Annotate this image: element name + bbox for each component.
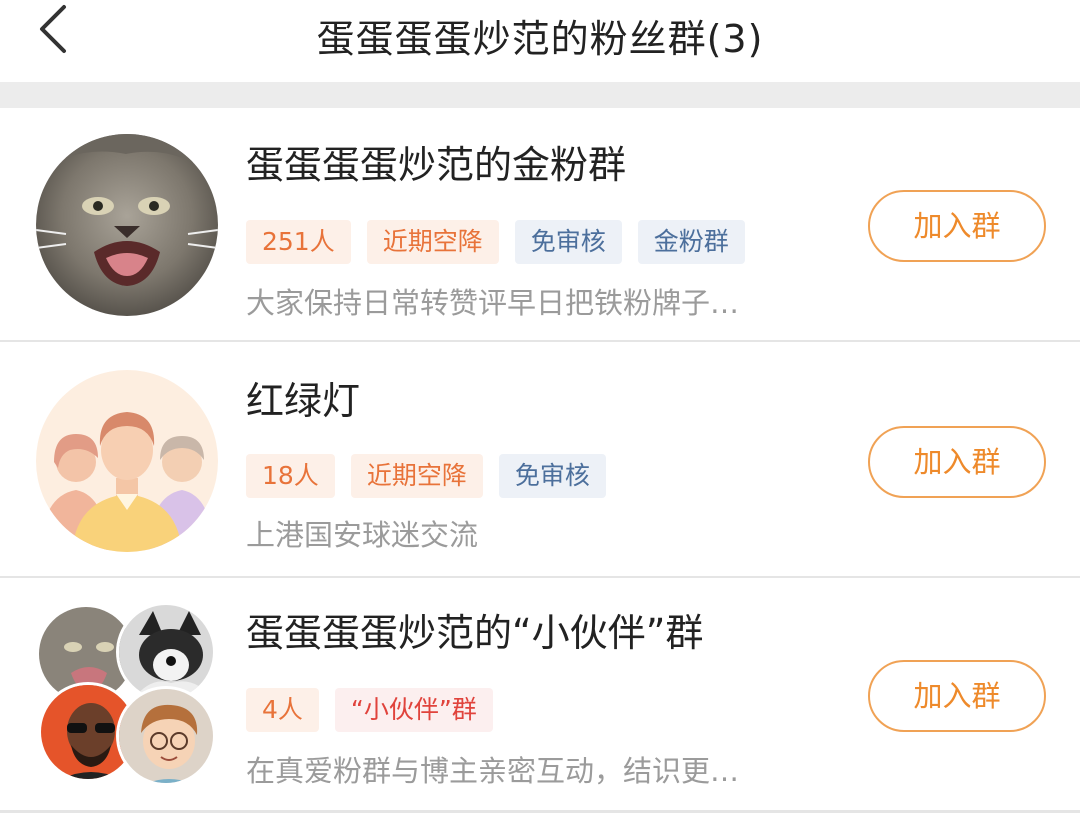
page-title: 蛋蛋蛋蛋炒范的粉丝群(3) — [316, 17, 764, 61]
member-count-tag: 18人 — [246, 454, 335, 498]
group-description: 上港国安球迷交流 — [246, 518, 479, 552]
no-review-tag: 免审核 — [498, 454, 606, 498]
group-avatar — [36, 134, 218, 316]
group-avatar — [36, 602, 218, 786]
join-group-button[interactable]: 加入群 — [868, 190, 1046, 262]
group-description: 大家保持日常转赞评早日把铁粉牌子… — [246, 286, 740, 320]
member-avatar — [116, 686, 216, 786]
gold-fan-tag: 金粉群 — [637, 220, 745, 264]
default-group-people — [36, 370, 218, 552]
wildcat-photo — [36, 134, 218, 316]
group-avatar — [36, 370, 218, 552]
group-list-item[interactable]: 红绿灯 18人 近期空降 免审核 上港国安球迷交流 加入群 — [0, 344, 1080, 578]
member-count-tag: 251人 — [246, 220, 351, 264]
cartoon-boy-avatar — [119, 689, 213, 783]
tag-list: 18人 近期空降 免审核 — [246, 454, 606, 498]
group-name: 蛋蛋蛋蛋炒范的“小伙伴”群 — [246, 611, 704, 655]
group-list-item[interactable]: 蛋蛋蛋蛋炒范的“小伙伴”群 4人 “小伙伴”群 在真爱粉群与博主亲密互动，结识更… — [0, 578, 1080, 812]
group-name: 红绿灯 — [246, 379, 361, 423]
recent-tag: 近期空降 — [366, 220, 499, 264]
tag-list: 4人 “小伙伴”群 — [246, 688, 493, 732]
group-name: 蛋蛋蛋蛋炒范的金粉群 — [246, 143, 627, 187]
join-group-button[interactable]: 加入群 — [868, 660, 1046, 732]
recent-tag: 近期空降 — [350, 454, 483, 498]
section-divider — [0, 82, 1080, 108]
group-description: 在真爱粉群与博主亲密互动，结识更… — [246, 754, 740, 788]
no-review-tag: 免审核 — [514, 220, 622, 264]
tag-list: 251人 近期空降 免审核 金粉群 — [246, 220, 745, 264]
member-count-tag: 4人 — [246, 688, 319, 732]
buddy-group-tag: “小伙伴”群 — [334, 688, 493, 732]
group-list-item[interactable]: 蛋蛋蛋蛋炒范的金粉群 251人 近期空降 免审核 金粉群 大家保持日常转赞评早日… — [0, 108, 1080, 342]
top-bar: 蛋蛋蛋蛋炒范的粉丝群(3) — [0, 0, 1080, 82]
join-group-button[interactable]: 加入群 — [868, 426, 1046, 498]
